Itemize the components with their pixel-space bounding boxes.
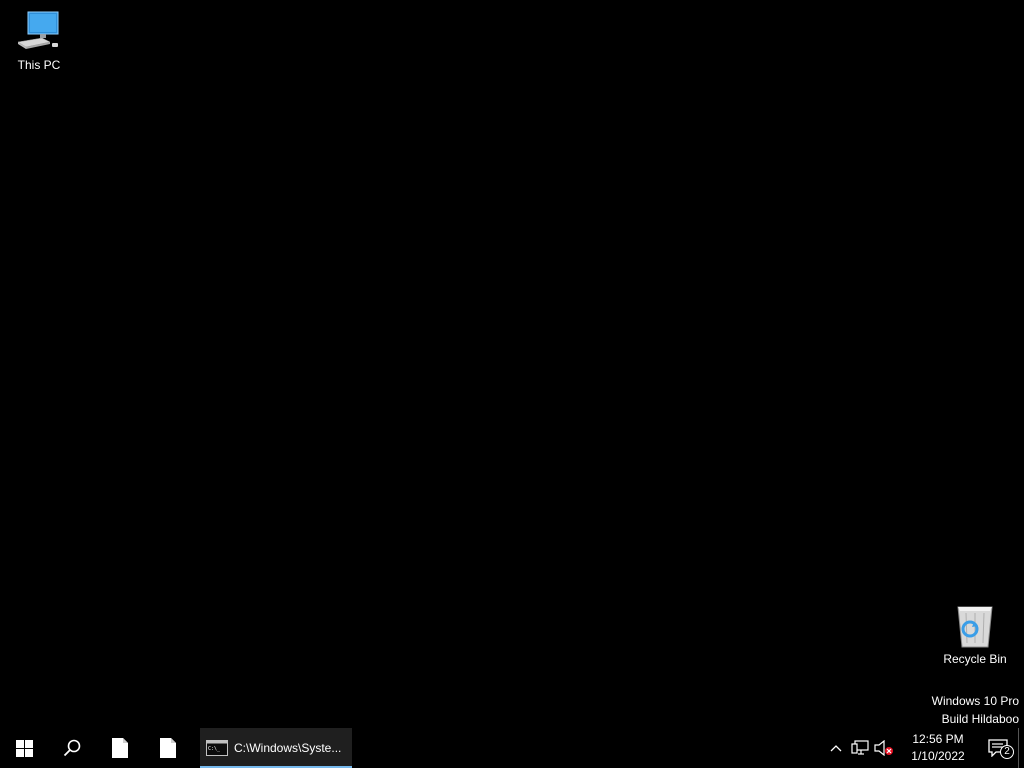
search-button[interactable] xyxy=(48,728,96,768)
taskbar: C:\_ C:\Windows\Syste... 12:56 PM 1/10/2… xyxy=(0,728,1024,768)
command-prompt-icon: C:\_ xyxy=(206,740,228,756)
show-hidden-icons-button[interactable] xyxy=(824,728,848,768)
blank-document-icon xyxy=(160,738,176,758)
volume-muted-icon xyxy=(874,740,893,756)
recycle-bin-icon xyxy=(951,602,999,650)
start-button[interactable] xyxy=(0,728,48,768)
search-icon xyxy=(63,739,81,757)
watermark-build: Build Hildaboo xyxy=(941,712,1019,726)
chevron-up-icon xyxy=(830,745,842,752)
this-pc-label: This PC xyxy=(17,58,61,72)
action-center-button[interactable]: 2 xyxy=(978,728,1018,768)
this-pc-icon xyxy=(15,8,63,56)
blank-document-icon xyxy=(112,738,128,758)
network-icon xyxy=(851,740,869,755)
system-tray: 12:56 PM 1/10/2022 2 xyxy=(824,728,1024,768)
windows-logo-icon xyxy=(15,739,33,757)
pinned-app-2[interactable] xyxy=(144,728,192,768)
recycle-bin-label: Recycle Bin xyxy=(943,652,1007,666)
notification-count-badge: 2 xyxy=(1000,745,1014,759)
desktop: This PC Recycle Bin Windows 10 Pro Build… xyxy=(0,0,1024,728)
this-pc-shortcut[interactable]: This PC xyxy=(1,8,77,72)
taskbar-app-command-prompt[interactable]: C:\_ C:\Windows\Syste... xyxy=(200,728,352,768)
show-desktop-button[interactable] xyxy=(1018,728,1024,768)
clock[interactable]: 12:56 PM 1/10/2022 xyxy=(902,728,974,768)
svg-text:C:\_: C:\_ xyxy=(208,746,221,752)
clock-time: 12:56 PM xyxy=(912,732,964,746)
watermark-edition: Windows 10 Pro xyxy=(931,694,1019,708)
recycle-bin-shortcut[interactable]: Recycle Bin xyxy=(937,602,1013,666)
taskbar-app-label: C:\Windows\Syste... xyxy=(234,741,342,755)
network-button[interactable] xyxy=(848,728,872,768)
volume-button[interactable] xyxy=(872,728,896,768)
pinned-app-1[interactable] xyxy=(96,728,144,768)
windows-version-watermark: Windows 10 Pro Build Hildaboo xyxy=(932,692,1019,728)
clock-date: 1/10/2022 xyxy=(911,749,965,763)
